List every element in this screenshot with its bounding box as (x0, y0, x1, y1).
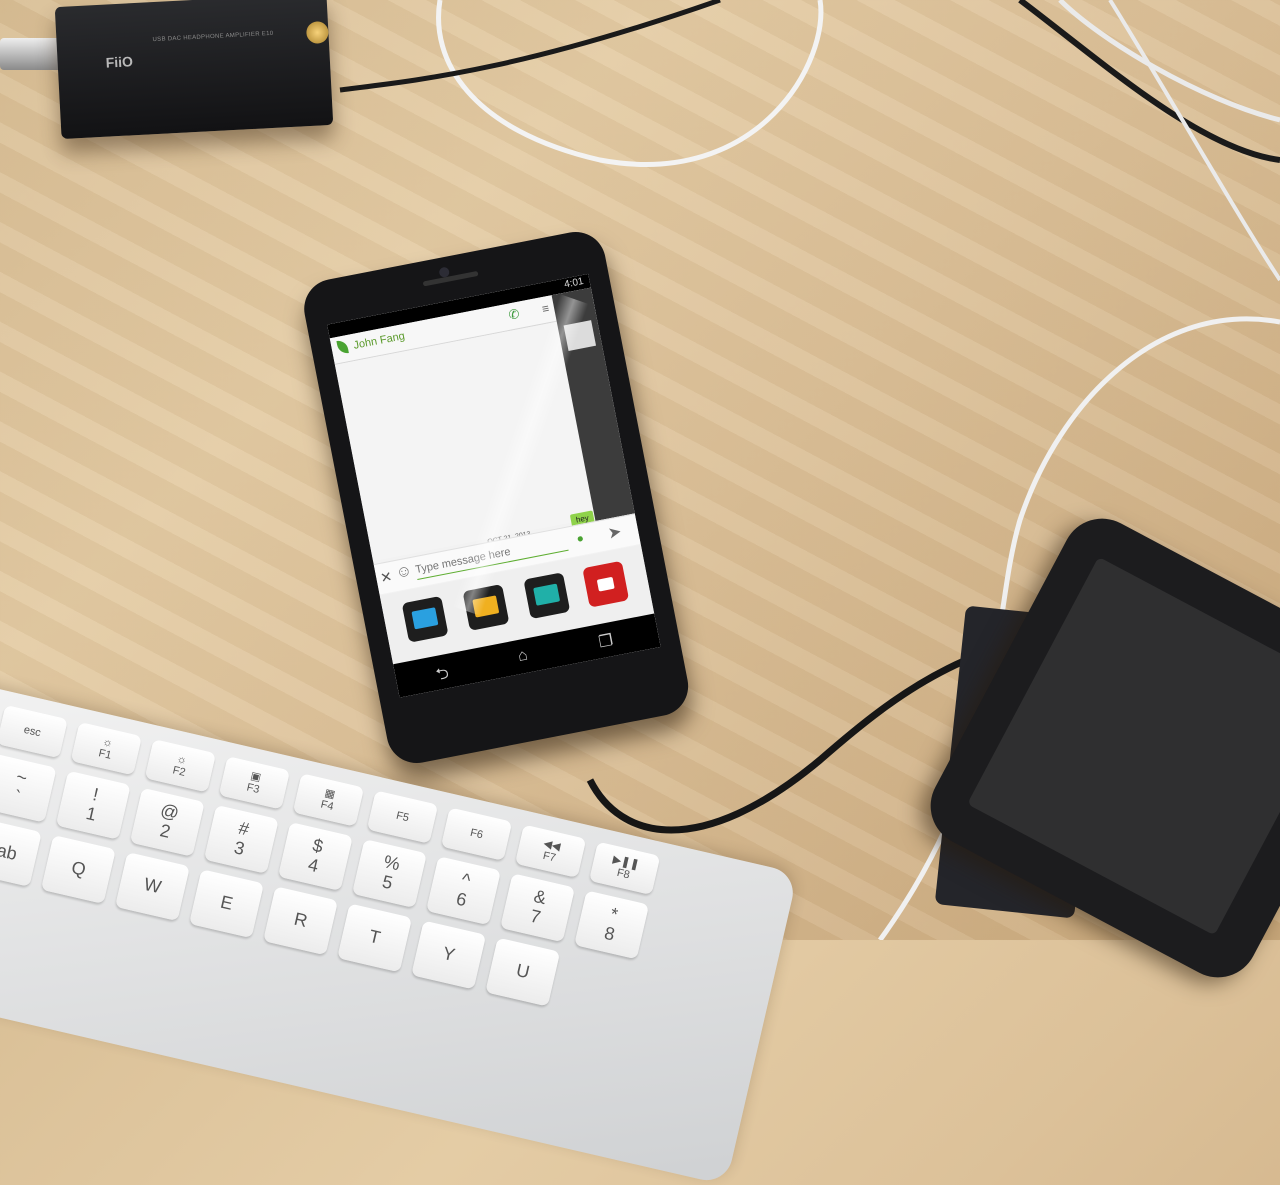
send-icon[interactable]: ➤ (606, 521, 623, 543)
gold-jack-icon (305, 20, 329, 45)
key-q-0[interactable]: tab (0, 817, 42, 887)
key-fn-3[interactable]: ▣ F3 (218, 756, 291, 810)
key-q-6[interactable]: Y (411, 920, 487, 990)
dac-brand-label: FiiO (105, 53, 134, 71)
home-icon[interactable]: ⌂ (516, 647, 529, 667)
key-num-7[interactable]: & 7 (500, 873, 576, 943)
emoji-icon[interactable]: ☺ (394, 562, 413, 583)
key-fn-2[interactable]: ☼ F2 (144, 739, 217, 793)
key-num-6[interactable]: ^ 6 (426, 856, 501, 926)
key-fn-5[interactable]: F5 (366, 790, 439, 844)
earpiece-speaker (422, 270, 479, 287)
key-fn-6[interactable]: F6 (440, 807, 513, 861)
key-q-3[interactable]: E (189, 869, 264, 939)
menu-icon[interactable]: ≡ (541, 301, 551, 316)
key-q-5[interactable]: T (337, 903, 413, 973)
image-attach-icon[interactable] (401, 595, 449, 643)
key-num-4[interactable]: $ 4 (277, 821, 353, 891)
key-num-8[interactable]: * 8 (574, 890, 650, 960)
key-fn-7[interactable]: ◀◀ F7 (514, 824, 587, 878)
key-fn-0[interactable]: esc (0, 704, 68, 759)
key-num-5[interactable]: % 5 (351, 839, 427, 909)
key-fn-4[interactable]: ▦ F4 (292, 773, 365, 827)
call-icon[interactable]: ✆ (507, 306, 521, 324)
key-num-0[interactable]: ~ ` (0, 753, 57, 823)
mic-icon[interactable]: ● (575, 531, 585, 546)
key-q-7[interactable]: U (485, 937, 561, 1007)
close-icon[interactable]: ✕ (379, 568, 394, 587)
key-num-3[interactable]: # 3 (203, 804, 279, 874)
fiio-dac-device: FiiO USB DAC HEADPHONE AMPLIFIER E10 (54, 0, 334, 140)
key-q-4[interactable]: R (263, 886, 339, 956)
key-q-2[interactable]: W (114, 852, 190, 922)
back-icon[interactable]: ⮌ (434, 662, 452, 691)
audio-cable-plug (0, 38, 62, 70)
contact-name[interactable]: John Fang (352, 330, 405, 352)
video-attach-icon[interactable] (582, 560, 630, 608)
key-fn-8[interactable]: ▶❚❚ F8 (588, 841, 661, 896)
dac-model-label: USB DAC HEADPHONE AMPLIFIER E10 (152, 30, 274, 44)
phone-screen: 4:01 John Fang ✆ ≡ OCT 21, 2013 hey ✕ ☺ … (327, 273, 661, 698)
key-num-2[interactable]: @ 2 (129, 787, 205, 857)
recent-apps-icon[interactable]: ❐ (597, 630, 615, 652)
key-num-1[interactable]: ! 1 (55, 770, 131, 840)
app-leaf-icon[interactable] (336, 339, 349, 355)
key-fn-1[interactable]: ☼ F1 (70, 721, 142, 776)
key-q-1[interactable]: Q (40, 835, 116, 904)
location-attach-icon[interactable] (523, 572, 571, 620)
